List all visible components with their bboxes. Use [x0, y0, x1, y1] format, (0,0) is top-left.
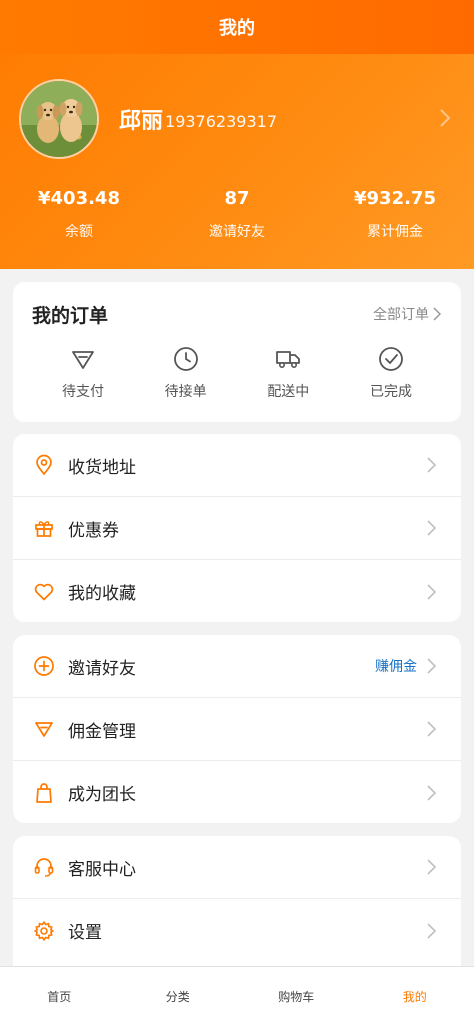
order-status-label: 已完成	[369, 384, 412, 400]
menu-item-label: 客服中心	[68, 859, 136, 880]
chevron-right-icon[interactable]	[439, 108, 451, 132]
menu-item-label: 邀请好友	[68, 658, 136, 679]
menu-item-label: 我的收藏	[68, 584, 136, 604]
user-profile[interactable]: 邱丽 19376239317	[19, 79, 459, 159]
tab-categories[interactable]: 分类	[119, 967, 238, 1026]
heart-icon	[33, 581, 55, 603]
check-circle-icon	[379, 347, 403, 371]
menu-item-customer-service[interactable]: 客服中心	[13, 836, 461, 899]
menu-item-commission-management[interactable]: 佣金管理	[13, 698, 461, 761]
plus-circle-icon	[33, 655, 55, 677]
stat-label: 累计佣金	[367, 224, 423, 240]
stat-value: ¥403.48	[38, 188, 120, 209]
menu-item-invite-friends[interactable]: 邀请好友 赚佣金	[13, 635, 461, 698]
chevron-right-icon	[427, 520, 437, 536]
gem-icon	[72, 351, 94, 369]
menu-item-favorites[interactable]: 我的收藏	[13, 560, 461, 622]
stat-balance[interactable]: ¥403.48 余额	[0, 188, 158, 241]
stat-value: ¥932.75	[354, 188, 436, 209]
order-status-completed[interactable]: 已完成	[341, 346, 441, 401]
order-status-label: 待接单	[164, 384, 207, 400]
order-status-label: 待支付	[62, 384, 104, 400]
gear-icon	[33, 920, 55, 942]
view-all-orders-label: 全部订单	[373, 307, 429, 323]
view-all-orders-link[interactable]: 全部订单	[373, 304, 441, 324]
chevron-right-icon	[427, 658, 437, 674]
chevron-right-icon	[427, 721, 437, 737]
gem-icon	[33, 718, 55, 740]
menu-item-label: 收货地址	[68, 457, 136, 478]
chevron-right-icon	[427, 784, 437, 801]
tab-cart[interactable]: 购物车	[237, 967, 356, 1026]
order-status-pending-payment[interactable]: 待支付	[33, 346, 133, 401]
location-pin-icon	[33, 454, 55, 476]
headset-icon	[33, 856, 55, 878]
chevron-right-icon	[427, 583, 437, 600]
tab-mine[interactable]: 我的	[356, 967, 474, 1026]
user-phone: 19376239317	[165, 111, 277, 131]
user-name: 邱丽	[119, 109, 164, 134]
avatar-dogs-image	[21, 81, 97, 157]
order-status-awaiting-acceptance[interactable]: 待接单	[136, 346, 236, 401]
tab-home[interactable]: 首页	[0, 967, 119, 1026]
gift-icon	[33, 517, 55, 539]
menu-item-settings[interactable]: 设置	[13, 899, 461, 962]
orders-header: 我的订单 全部订单	[13, 282, 461, 346]
menu-item-shipping-address[interactable]: 收货地址	[13, 434, 461, 497]
menu-group-earnings: 邀请好友 赚佣金 佣金管理 成为团长	[13, 635, 461, 823]
earn-commission-hint: 赚佣金	[375, 659, 417, 675]
stat-total-commission[interactable]: ¥932.75 累计佣金	[316, 188, 474, 241]
menu-group-support: 客服中心 设置	[13, 836, 461, 976]
menu-item-label: 优惠券	[68, 520, 119, 541]
shopping-bag-icon	[33, 782, 55, 804]
menu-item-label: 佣金管理	[68, 721, 136, 742]
menu-group-account: 收货地址 优惠券 我的收藏	[13, 434, 461, 622]
menu-item-coupons[interactable]: 优惠券	[13, 497, 461, 560]
stat-invited-friends[interactable]: 87 邀请好友	[158, 188, 316, 241]
truck-icon	[276, 351, 301, 368]
menu-item-become-group-leader[interactable]: 成为团长	[13, 761, 461, 823]
chevron-right-icon	[433, 307, 441, 321]
chevron-right-icon	[427, 922, 437, 939]
bottom-tab-bar: 首页 分类 购物车 我的	[0, 966, 474, 1026]
order-status-delivering[interactable]: 配送中	[238, 346, 338, 401]
orders-title: 我的订单	[32, 304, 109, 327]
menu-item-label: 设置	[68, 923, 102, 943]
page-title: 我的	[219, 18, 255, 39]
chevron-right-icon	[427, 859, 437, 875]
account-stats: ¥403.48 余额 87 邀请好友 ¥932.75 累计佣金	[0, 188, 474, 241]
chevron-right-icon	[427, 457, 437, 473]
stat-value: 87	[224, 188, 250, 209]
clock-icon	[173, 347, 198, 371]
stat-label: 邀请好友	[209, 224, 265, 240]
order-status-list: 待支付 待接单 配送中 已完成	[33, 346, 441, 401]
menu-item-label: 成为团长	[68, 785, 136, 805]
order-status-label: 配送中	[267, 384, 310, 400]
top-bar: 我的	[0, 0, 474, 54]
stat-label: 余额	[65, 224, 93, 240]
my-orders-card: 我的订单 全部订单 待支付 待接单 配送中 已完成	[13, 282, 461, 422]
avatar[interactable]	[19, 79, 99, 159]
